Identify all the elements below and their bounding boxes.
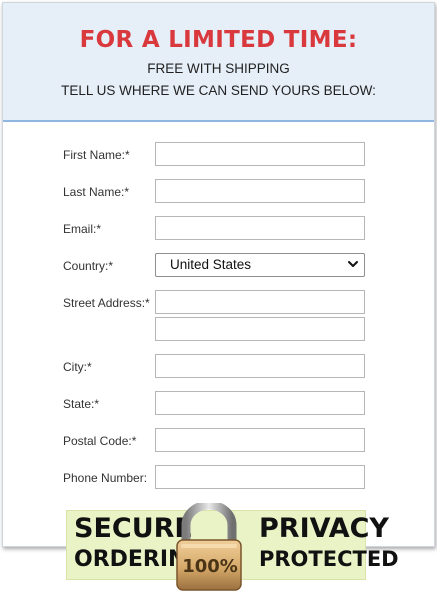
postal-code-label: Postal Code:*: [63, 434, 137, 448]
offer-subtext-instructions: TELL US WHERE WE CAN SEND YOURS BELOW:: [61, 83, 376, 98]
padlock-icon: [176, 503, 242, 591]
street-address-line1-field[interactable]: [155, 290, 365, 314]
offer-subtext-shipping: FREE WITH SHIPPING: [147, 61, 290, 76]
city-field[interactable]: [155, 354, 365, 378]
country-select[interactable]: United States: [155, 253, 365, 277]
email-label: Email:*: [63, 222, 102, 236]
first-name-label: First Name:*: [63, 148, 130, 162]
offer-header: FOR A LIMITED TIME: FREE WITH SHIPPING T…: [3, 3, 434, 122]
postal-code-field[interactable]: [155, 428, 365, 452]
phone-number-label: Phone Number:: [63, 471, 148, 485]
country-label: Country:*: [63, 259, 114, 273]
badge-protected-text: PROTECTED: [259, 547, 399, 571]
last-name-field[interactable]: [155, 179, 365, 203]
first-name-field[interactable]: [155, 142, 365, 166]
last-name-label: Last Name:*: [63, 185, 130, 199]
email-field[interactable]: [155, 216, 365, 240]
badge-100-percent-text: 100%: [182, 556, 238, 577]
city-label: City:*: [63, 360, 92, 374]
street-address-line2-field[interactable]: [155, 317, 365, 341]
state-label: State:*: [63, 397, 100, 411]
badge-privacy-text: PRIVACY: [259, 513, 389, 544]
country-selected-value: United States: [170, 257, 252, 272]
state-field[interactable]: [155, 391, 365, 415]
street-address-label: Street Address:*: [63, 296, 150, 310]
chevron-down-icon: [348, 261, 358, 267]
secure-ordering-badge: SECURE ORDERING PRIVACY PROTECTED 100%: [66, 503, 399, 591]
signup-form-card: FOR A LIMITED TIME: FREE WITH SHIPPING T…: [2, 2, 435, 547]
offer-headline: FOR A LIMITED TIME:: [79, 27, 358, 53]
phone-number-field[interactable]: [155, 465, 365, 489]
